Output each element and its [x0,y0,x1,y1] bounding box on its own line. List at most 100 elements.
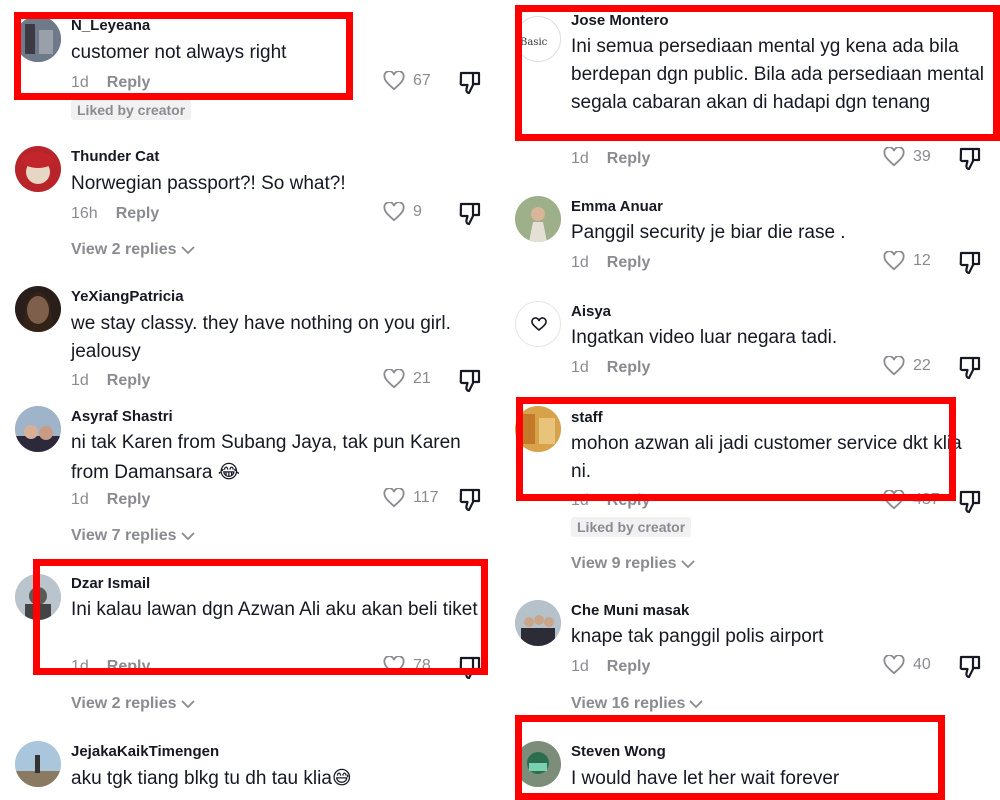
like-button[interactable]: 40 [883,655,931,675]
like-button[interactable]: 22 [883,356,931,376]
like-button[interactable]: 117 [383,488,439,508]
thumbs-down-icon [959,490,981,514]
comment-meta: 1d Reply [71,491,150,509]
avatar[interactable] [515,741,561,787]
avatar[interactable] [515,600,561,646]
dislike-button[interactable] [959,147,981,176]
comment-meta: 1d Reply [71,74,150,92]
like-count: 67 [413,72,431,89]
thumbs-down-icon [459,369,481,393]
avatar[interactable] [515,406,561,452]
comment-text: customer not always right [71,42,287,63]
comment-meta: 1d Reply [571,254,650,272]
thumbs-down-icon [959,655,981,679]
comment-time: 1d [571,359,589,376]
avatar[interactable] [515,301,561,347]
chevron-down-icon [180,246,195,255]
view-replies-label: View 9 replies [571,555,677,572]
reply-button[interactable]: Reply [116,205,160,222]
heart-outline-icon [883,356,905,376]
comment-meta: 1d Reply [571,492,650,510]
thumbs-down-icon [959,356,981,380]
reply-button[interactable]: Reply [107,658,151,675]
like-button[interactable]: 12 [883,251,931,271]
chevron-down-icon [680,560,695,569]
reply-button[interactable]: Reply [607,492,651,509]
like-button[interactable]: 67 [383,71,431,91]
reply-button[interactable]: Reply [107,372,151,389]
dislike-button[interactable] [959,490,981,519]
like-button[interactable]: 78 [383,656,431,676]
avatar[interactable] [15,406,61,452]
like-button[interactable]: 9 [383,202,422,222]
like-count: 12 [913,252,931,269]
thumbs-down-icon [459,71,481,95]
view-replies-label: View 2 replies [71,241,177,258]
comment-text: I would have let her wait forever [571,768,840,789]
left-comment-column: N_Leyeana customer not always right 1d Re… [0,0,500,800]
like-button[interactable]: 21 [383,369,431,389]
comment-username[interactable]: Che Muni masak [571,602,689,619]
avatar[interactable] [515,196,561,242]
dislike-button[interactable] [459,202,481,231]
like-button[interactable]: 39 [883,147,931,167]
heart-outline-icon [383,71,405,91]
avatar[interactable] [15,574,61,620]
thumbs-down-icon [459,488,481,512]
like-count: 117 [413,489,439,506]
dislike-button[interactable] [459,71,481,100]
like-count: 40 [913,656,931,673]
like-button[interactable]: 437 [883,490,940,510]
dislike-button[interactable] [959,356,981,385]
comment-item: Basic Jose Montero Ini semua persediaan … [500,0,1000,180]
reply-button[interactable]: Reply [607,359,651,376]
comment-text: knape tak panggil polis airport [571,626,824,647]
comment-username[interactable]: Thunder Cat [71,148,159,165]
comment-username[interactable]: N_Leyeana [71,17,150,34]
reply-button[interactable]: Reply [607,150,651,167]
comment-meta: 1d Reply [571,359,650,377]
comment-username[interactable]: staff [571,409,603,426]
reply-button[interactable]: Reply [107,491,151,508]
comment-username[interactable]: JejakaKaikTimengen [71,743,219,760]
thumbs-down-icon [459,656,481,680]
view-replies-button[interactable]: View 2 replies [71,241,195,259]
reply-button[interactable]: Reply [107,74,151,91]
heart-outline-icon [883,147,905,167]
dislike-button[interactable] [459,488,481,517]
comment-username[interactable]: Asyraf Shastri [71,408,173,425]
comment-text: Ini kalau lawan dgn Azwan Ali aku akan b… [71,599,478,620]
reply-button[interactable]: Reply [607,658,651,675]
chevron-down-icon [180,700,195,709]
reply-button[interactable]: Reply [607,254,651,271]
comment-username[interactable]: YeXiangPatricia [71,288,184,305]
avatar[interactable] [15,741,61,787]
comment-username[interactable]: Aisya [571,303,611,320]
like-count: 9 [413,203,422,220]
comment-username[interactable]: Emma Anuar [571,198,663,215]
dislike-button[interactable] [959,251,981,280]
dislike-button[interactable] [459,369,481,398]
view-replies-button[interactable]: View 2 replies [71,695,195,713]
dislike-button[interactable] [459,656,481,685]
avatar[interactable] [15,286,61,332]
comment-time: 1d [571,254,589,271]
view-replies-label: View 7 replies [71,527,177,544]
view-replies-button[interactable]: View 16 replies [571,695,704,713]
avatar[interactable] [15,146,61,192]
comment-text: aku tgk tiang blkg tu dh tau klia😅 [71,768,352,789]
like-count: 78 [413,657,431,674]
comment-username[interactable]: Steven Wong [571,743,666,760]
avatar[interactable]: Basic [515,16,561,62]
view-replies-button[interactable]: View 9 replies [571,555,695,573]
comment-username[interactable]: Dzar Ismail [71,575,150,592]
comment-time: 1d [71,658,89,675]
comment-item: Steven Wong I would have let her wait fo… [500,735,1000,800]
comment-text: Norwegian passport?! So what?! [71,173,346,194]
view-replies-button[interactable]: View 7 replies [71,527,195,545]
avatar[interactable] [15,16,61,62]
comment-item: Dzar Ismail Ini kalau lawan dgn Azwan Al… [0,568,500,718]
comment-username[interactable]: Jose Montero [571,12,669,29]
dislike-button[interactable] [959,655,981,684]
like-count: 21 [413,370,431,387]
